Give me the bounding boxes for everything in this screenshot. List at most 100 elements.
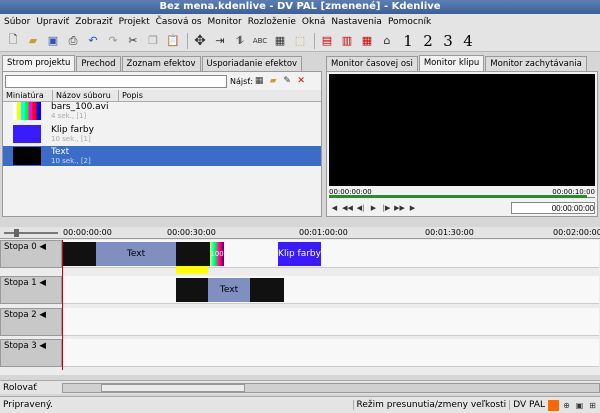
layout-1-icon[interactable]: ▤: [318, 32, 336, 50]
item-duration: 10 sek., [1]: [51, 135, 91, 143]
open-folder-icon[interactable]: ▰: [24, 32, 42, 50]
track-3[interactable]: [63, 339, 599, 367]
list-item[interactable]: bars_100.avi 4 sek., [1]: [3, 102, 321, 120]
menu-monitor[interactable]: Monitor: [208, 17, 242, 27]
spacer-tool-icon[interactable]: ⥮: [231, 32, 249, 50]
delete-icon[interactable]: ✕: [295, 75, 307, 87]
menu-casova-os[interactable]: Časová os: [156, 17, 202, 27]
tab-monitor-casovej-osi[interactable]: Monitor časovej osi: [326, 56, 418, 71]
menu-rozlozenie[interactable]: Rozloženie: [248, 17, 296, 27]
set-out-icon[interactable]: ▶: [407, 203, 418, 214]
column-thumbnail[interactable]: Miniatúra: [3, 90, 53, 101]
horizontal-scrollbar[interactable]: [62, 382, 600, 393]
track-2[interactable]: [63, 308, 599, 336]
menu-projekt[interactable]: Projekt: [119, 17, 150, 27]
ruler-tick: 00:01:30:00: [425, 228, 474, 237]
column-filename[interactable]: Názov súboru: [53, 90, 119, 101]
status-text: Pripravený.: [3, 400, 53, 410]
desktop-2-button[interactable]: 2: [418, 32, 438, 50]
thumbnail-text: [13, 147, 41, 165]
track-label: Stopa 1: [4, 278, 37, 288]
clip-text-thumb[interactable]: [176, 242, 210, 266]
list-item-selected[interactable]: Text 10 sek., [2]: [3, 146, 321, 166]
next-frame-icon[interactable]: |▶: [381, 203, 392, 214]
tab-zoznam-efektov[interactable]: Zoznam efektov: [121, 56, 201, 71]
play-icon[interactable]: ▶: [368, 203, 379, 214]
menu-okna[interactable]: Okná: [302, 17, 326, 27]
paste-icon[interactable]: 📋: [164, 32, 182, 50]
set-in-icon[interactable]: ◀: [329, 203, 340, 214]
timeline-ruler[interactable]: 00:00:00:00 00:00:30:00 00:01:00:00 00:0…: [63, 227, 600, 239]
clip-color[interactable]: Klip farby: [278, 242, 321, 266]
desktop-1-button[interactable]: 1: [398, 32, 418, 50]
layout-3-icon[interactable]: ▦: [358, 32, 376, 50]
monitor-ruler[interactable]: 00:00:00:00 00:00:10:00: [329, 188, 595, 198]
track-0[interactable]: Text 100 Klip farby: [63, 240, 599, 268]
add-clip-icon[interactable]: ▦: [253, 75, 265, 87]
spellcheck-icon[interactable]: ABC: [251, 32, 269, 50]
tab-prechod[interactable]: Prechod: [76, 56, 121, 71]
print-icon[interactable]: ⎙: [64, 32, 82, 50]
cut-icon[interactable]: ✂: [124, 32, 142, 50]
track-1[interactable]: Text: [63, 276, 599, 304]
prev-frame-icon[interactable]: ◀|: [355, 203, 366, 214]
search-input[interactable]: [5, 74, 227, 88]
track-header-2[interactable]: Stopa 2 ◀: [0, 308, 62, 336]
film-icon[interactable]: ▦: [271, 32, 289, 50]
playhead[interactable]: [62, 240, 63, 370]
menu-upravit[interactable]: Upraviť: [36, 17, 69, 27]
clip-text[interactable]: Text: [96, 242, 176, 266]
preview-icon[interactable]: ▣: [574, 400, 585, 411]
new-file-icon[interactable]: 🗋: [4, 32, 22, 50]
settings-icon[interactable]: ⊞: [587, 400, 598, 411]
razor-tool-icon[interactable]: ⇥: [211, 32, 229, 50]
desktop-3-button[interactable]: 3: [438, 32, 458, 50]
timecode-field[interactable]: [511, 202, 595, 214]
track-header-0[interactable]: Stopa 0 ◀: [0, 240, 62, 268]
snap-icon[interactable]: [548, 399, 559, 411]
list-item[interactable]: Klip farby 10 sek., [1]: [3, 125, 321, 143]
menu-bar: Súbor Upraviť Zobraziť Projekt Časová os…: [0, 14, 600, 30]
clip-text[interactable]: Text: [208, 278, 250, 302]
clip-text-thumb[interactable]: [176, 278, 208, 302]
monitor-controls: ◀ ◀◀ ◀| ▶ |▶ ▶▶ ▶: [329, 200, 595, 216]
menu-zobrazit[interactable]: Zobraziť: [75, 17, 112, 27]
desktop-4-button[interactable]: 4: [458, 32, 478, 50]
tab-monitor-klipu[interactable]: Monitor klipu: [418, 55, 485, 71]
clip-text-thumb[interactable]: [250, 278, 284, 302]
rewind-icon[interactable]: ◀◀: [342, 203, 353, 214]
redo-icon[interactable]: ↷: [104, 32, 122, 50]
zoom-icon[interactable]: ⊕: [561, 400, 572, 411]
speaker-icon[interactable]: ◀: [39, 242, 46, 252]
undo-icon[interactable]: ↶: [84, 32, 102, 50]
tab-monitor-zachytavania[interactable]: Monitor zachytávania: [485, 56, 587, 71]
track-header-1[interactable]: Stopa 1 ◀: [0, 276, 62, 304]
menu-subor[interactable]: Súbor: [4, 17, 30, 27]
copy-icon[interactable]: ❐: [144, 32, 162, 50]
forward-icon[interactable]: ▶▶: [394, 203, 405, 214]
item-duration: 10 sek., [2]: [51, 157, 91, 165]
move-tool-icon[interactable]: ✥: [191, 32, 209, 50]
speaker-icon[interactable]: ◀: [39, 310, 46, 320]
clip-text-thumb[interactable]: [63, 242, 96, 266]
tab-usporiadanie-efektov[interactable]: Usporiadanie efektov: [201, 56, 303, 71]
select-box-icon[interactable]: ⬚: [291, 32, 309, 50]
scrollbar-thumb[interactable]: [101, 383, 245, 392]
menu-pomocnik[interactable]: Pomocník: [388, 17, 431, 27]
folder-icon[interactable]: ▰: [267, 75, 279, 87]
speaker-icon[interactable]: ◀: [39, 341, 46, 351]
speaker-icon[interactable]: ◀: [39, 278, 46, 288]
zoom-slider[interactable]: [0, 227, 63, 239]
clip-bars[interactable]: 100: [210, 242, 224, 266]
layout-4-icon[interactable]: ⌂: [378, 32, 396, 50]
tab-strom-projektu[interactable]: Strom projektu: [2, 55, 76, 71]
transition-marker[interactable]: [176, 266, 208, 274]
zoom-handle[interactable]: [14, 229, 19, 237]
edit-mode[interactable]: Režim presunutia/zmeny veľkosti: [352, 400, 510, 410]
edit-icon[interactable]: ✎: [281, 75, 293, 87]
layout-2-icon[interactable]: ▥: [338, 32, 356, 50]
column-description[interactable]: Popis: [119, 90, 321, 101]
menu-nastavenia[interactable]: Nastavenia: [331, 17, 382, 27]
save-icon[interactable]: ▣: [44, 32, 62, 50]
track-header-3[interactable]: Stopa 3 ◀: [0, 339, 62, 367]
